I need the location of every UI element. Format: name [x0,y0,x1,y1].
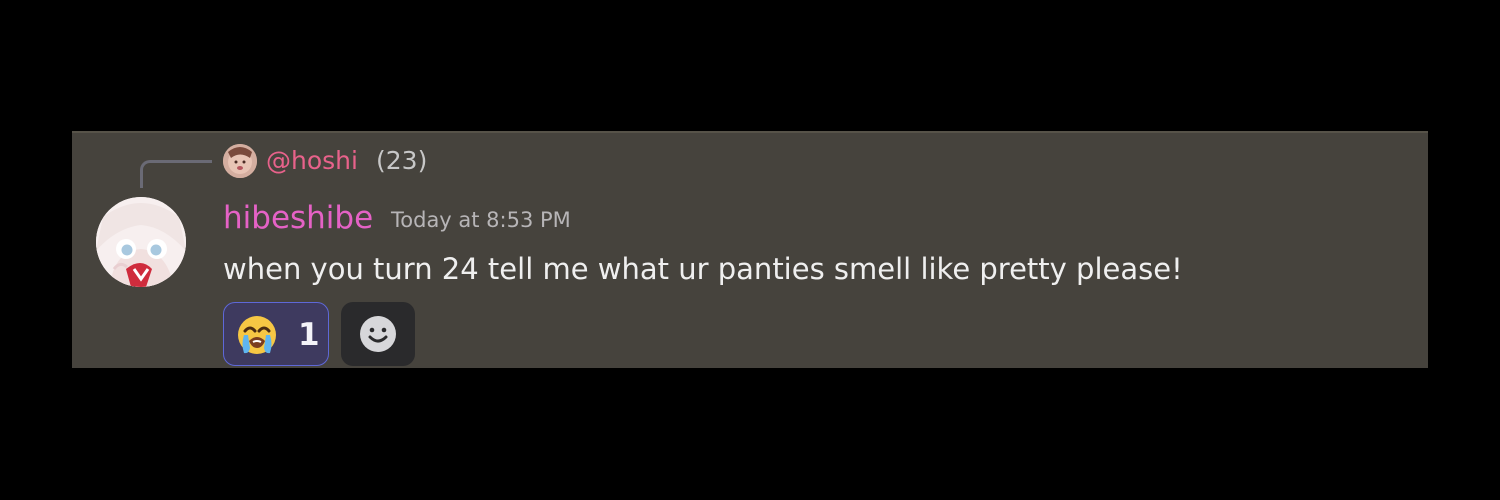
reply-username[interactable]: @hoshi [266,145,358,177]
add-reaction-icon [360,316,396,352]
discord-message-panel: @hoshi (23) hibeshibe Today at 8:53 PM w… [72,131,1428,368]
loudly-crying-face-emoji-icon [238,316,276,354]
reaction-button[interactable]: 1 [223,302,329,366]
add-reaction-button[interactable] [341,302,415,366]
message-timestamp: Today at 8:53 PM [391,208,571,232]
reply-snippet[interactable]: (23) [376,145,427,177]
user-avatar-icon[interactable] [96,197,186,287]
user-avatar-image [96,197,186,287]
reply-connector-line [140,160,212,188]
message-username[interactable]: hibeshibe [223,199,373,237]
reply-avatar-image [223,144,257,178]
reaction-count: 1 [298,317,320,353]
reply-avatar-icon[interactable] [223,144,257,178]
message-content: when you turn 24 tell me what ur panties… [223,252,1183,286]
